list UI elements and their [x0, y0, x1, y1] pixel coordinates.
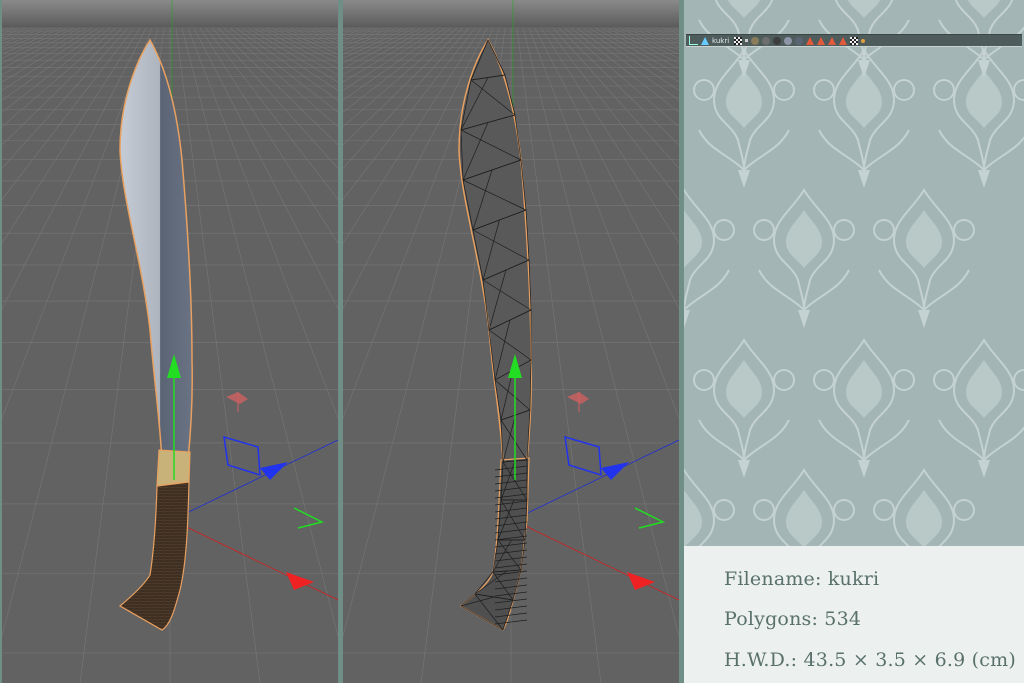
damask-texture: [684, 0, 1024, 546]
material-ball-icon[interactable]: [784, 36, 793, 45]
dimensions-text: H.W.D.: 43.5 × 3.5 × 6.9 (cm): [724, 649, 1016, 671]
warning-tag-icon[interactable]: [828, 36, 837, 45]
axis-icon[interactable]: [689, 36, 698, 45]
viewport-shaded[interactable]: [2, 0, 338, 683]
material-ball-icon[interactable]: [773, 36, 782, 45]
checker-tag-icon[interactable]: [850, 36, 859, 45]
filename-text: Filename: kukri: [724, 568, 880, 590]
dot-icon[interactable]: [861, 38, 866, 43]
warning-tag-icon[interactable]: [839, 36, 848, 45]
viewport-canvas[interactable]: [343, 0, 679, 683]
checker-tag-icon[interactable]: [734, 36, 743, 45]
object-manager-row[interactable]: kukri: [686, 34, 1022, 47]
null-object-icon[interactable]: [701, 36, 709, 45]
model-info-card: Filename: kukri Polygons: 534 H.W.D.: 43…: [684, 546, 1024, 683]
material-ball-icon[interactable]: [762, 36, 771, 45]
object-name-label[interactable]: kukri: [712, 37, 729, 45]
polygon-count-text: Polygons: 534: [724, 608, 862, 630]
material-ball-icon[interactable]: [795, 36, 804, 45]
horizon: [343, 0, 679, 28]
dot-icon[interactable]: [745, 39, 749, 42]
viewport-canvas[interactable]: [2, 0, 338, 683]
preview-panel: kukri Filename: kukri Polygons: 534 H.W.…: [684, 0, 1024, 683]
warning-tag-icon[interactable]: [806, 36, 815, 45]
material-ball-icon[interactable]: [751, 36, 760, 45]
horizon: [2, 0, 338, 28]
warning-tag-icon[interactable]: [817, 36, 826, 45]
viewport-wireframe[interactable]: [343, 0, 679, 683]
